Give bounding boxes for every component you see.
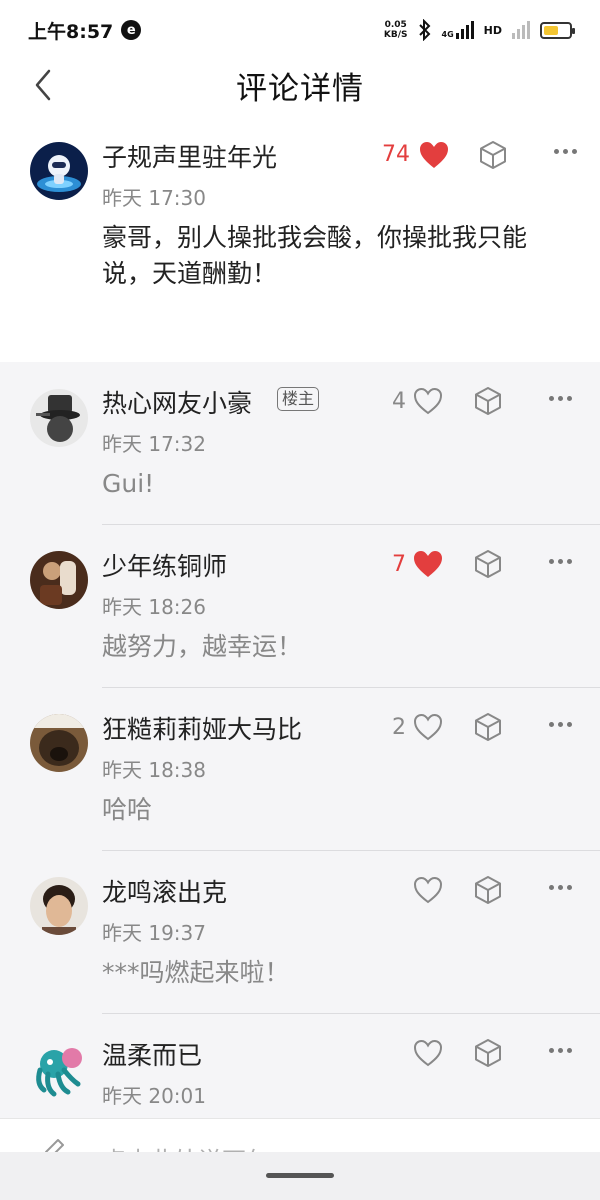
more-icon [548,1047,554,1053]
list-item[interactable]: 温柔而已 昨天 20:01 [0,1014,600,1118]
share-button[interactable] [474,549,502,579]
cube-icon [475,387,501,415]
status-bar: 上午8:57 e 0.05 KB/S 4G HD [0,0,600,60]
heart-filled-icon [414,551,442,577]
more-icon [548,395,554,401]
comment-content[interactable]: 哈哈 [102,792,562,828]
pencil-icon [44,1139,64,1152]
cube-icon [475,1039,501,1067]
comment-input[interactable]: 点击此处说两句 [102,1141,270,1152]
avatar[interactable] [30,142,88,200]
header: 评论详情 [0,60,600,110]
bluetooth-icon [418,19,430,41]
share-button[interactable] [474,386,502,416]
like-button[interactable] [418,140,450,170]
comment-time: 昨天 19:37 [102,921,206,945]
hd-icon: HD [483,23,502,37]
comment-time: 昨天 17:32 [102,432,206,456]
more-icon [548,721,554,727]
commenter-name[interactable]: 热心网友小豪 [102,384,252,420]
heart-outline-icon [413,1039,443,1067]
back-button[interactable] [34,68,64,102]
more-icon [548,884,554,890]
like-count: 74 [382,142,410,167]
commenter-name[interactable]: 少年练铜师 [102,547,227,583]
avatar[interactable] [30,1040,88,1098]
replies-list: 热心网友小豪 楼主 昨天 17:32 Gui! 4 少年练铜师 昨天 18:26… [0,362,600,1118]
more-icon [553,148,559,154]
back-arrow-icon [35,69,51,101]
list-item[interactable]: 少年练铜师 昨天 18:26 越努力，越幸运！ 7 [0,525,600,688]
more-button[interactable] [545,719,575,729]
comment-content[interactable]: 越努力，越幸运！ [102,629,562,665]
share-button[interactable] [474,1038,502,1068]
like-count: 7 [392,552,406,577]
page-title: 评论详情 [236,70,364,107]
status-time: 上午8:57 [28,20,114,43]
share-button[interactable] [479,140,507,170]
more-button[interactable] [545,393,575,403]
like-button[interactable] [412,549,444,579]
more-icon [548,558,554,564]
like-button[interactable] [412,712,444,742]
like-count: 4 [392,389,406,414]
comment-content[interactable]: ***吗燃起来啦！ [102,955,562,991]
cube-icon [475,876,501,904]
author-badge: 楼主 [277,387,320,411]
comment-content[interactable]: Gui! [102,466,562,502]
commenter-name[interactable]: 子规声里驻年光 [102,138,277,174]
heart-filled-icon [420,142,448,168]
avatar[interactable] [30,551,88,609]
commenter-name[interactable]: 狂糙莉莉娅大马比 [102,710,302,746]
notification-icon: e [121,20,142,40]
list-item[interactable]: 龙鸣滚出克 昨天 19:37 ***吗燃起来啦！ [0,851,600,1014]
heart-outline-icon [413,387,443,415]
comment-time: 昨天 17:30 [102,186,206,210]
commenter-name[interactable]: 温柔而已 [102,1036,202,1072]
main-comment: 子规声里驻年光 昨天 17:30 豪哥，别人操批我会酸，你操批我只能说，天道酬勤… [0,120,600,362]
network-speed: 0.05 KB/S [383,20,408,40]
comment-time: 昨天 20:01 [102,1084,206,1108]
list-item[interactable]: 狂糙莉莉娅大马比 昨天 18:38 哈哈 2 [0,688,600,851]
home-indicator[interactable] [266,1173,334,1178]
avatar[interactable] [30,877,88,935]
comment-input-bar[interactable]: 点击此处说两句 [0,1118,600,1152]
avatar[interactable] [30,714,88,772]
like-button[interactable] [412,1038,444,1068]
signal-icon: 4G [442,21,474,39]
system-nav-bar [0,1152,600,1200]
cube-icon [475,713,501,741]
share-button[interactable] [474,875,502,905]
heart-outline-icon [413,713,443,741]
like-count: 2 [392,715,406,740]
more-button[interactable] [545,882,575,892]
comment-content[interactable]: 豪哥，别人操批我会酸，你操批我只能说，天道酬勤！ [102,220,562,292]
like-button[interactable] [412,386,444,416]
signal-2-icon [512,21,530,39]
more-button[interactable] [545,556,575,566]
share-button[interactable] [474,712,502,742]
commenter-name[interactable]: 龙鸣滚出克 [102,873,227,909]
comment-time: 昨天 18:38 [102,758,206,782]
like-button[interactable] [412,875,444,905]
battery-icon [540,21,575,39]
avatar[interactable] [30,389,88,447]
more-button[interactable] [545,1045,575,1055]
more-button[interactable] [550,146,580,156]
list-item[interactable]: 热心网友小豪 楼主 昨天 17:32 Gui! 4 [0,362,600,525]
comment-time: 昨天 18:26 [102,595,206,619]
heart-outline-icon [413,876,443,904]
cube-icon [480,141,506,169]
cube-icon [475,550,501,578]
